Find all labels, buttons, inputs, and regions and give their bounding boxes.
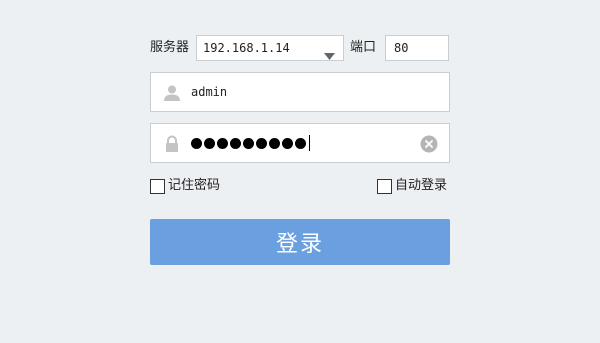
password-dot [243, 137, 254, 149]
clear-circle-icon[interactable] [420, 135, 438, 157]
auto-login-box[interactable] [377, 178, 392, 194]
password-dot [269, 137, 280, 149]
remember-password-label: 记住密码 [168, 178, 221, 193]
login-button[interactable]: 登录 [150, 219, 450, 265]
password-field[interactable] [150, 123, 450, 163]
user-icon [163, 84, 181, 106]
port-value: 80 [394, 41, 409, 55]
password-dot [295, 137, 306, 149]
remember-password-box[interactable] [150, 178, 165, 194]
password-dot [204, 137, 215, 149]
text-cursor [309, 135, 310, 151]
password-dot [256, 137, 267, 149]
password-dot [282, 137, 293, 149]
auto-login-checkbox[interactable]: 自动登录 [377, 178, 447, 194]
password-masked-value [191, 132, 310, 154]
password-dot [191, 137, 202, 149]
server-label: 服务器 [150, 40, 190, 55]
remember-password-checkbox[interactable]: 记住密码 [150, 178, 220, 194]
auto-login-label: 自动登录 [395, 178, 448, 193]
username-value: admin [191, 85, 228, 99]
port-input[interactable]: 80 [385, 35, 449, 61]
username-field[interactable]: admin [150, 72, 450, 112]
password-dot [217, 137, 228, 149]
port-label: 端口 [350, 40, 377, 55]
lock-icon [163, 135, 181, 157]
server-select[interactable]: 192.168.1.14 [196, 35, 344, 61]
password-dot [230, 137, 241, 149]
caret-down-icon[interactable] [324, 45, 335, 64]
server-value: 192.168.1.14 [203, 41, 290, 55]
